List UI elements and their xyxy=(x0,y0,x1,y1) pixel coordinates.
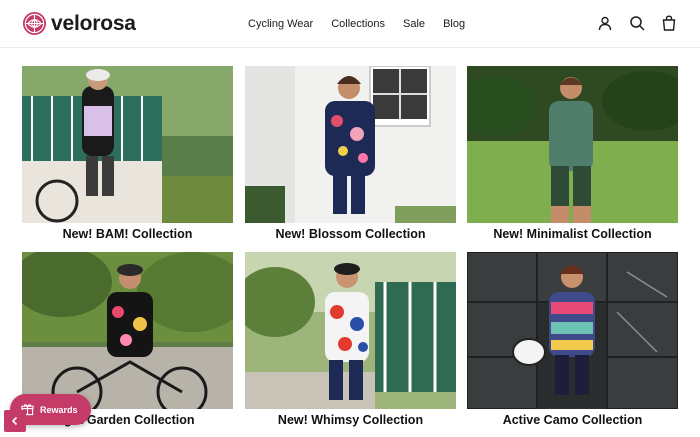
main-nav: Cycling Wear Collections Sale Blog xyxy=(248,16,483,32)
collection-title[interactable]: New! BAM! Collection xyxy=(22,226,233,242)
collection-image[interactable] xyxy=(245,252,456,409)
nav-item-collections[interactable]: Collections xyxy=(331,16,385,32)
collection-image[interactable] xyxy=(245,66,456,223)
collapse-button[interactable] xyxy=(4,410,26,432)
nav-item-blog[interactable]: Blog xyxy=(443,16,465,32)
collection-card-blossom[interactable]: New! Blossom Collection xyxy=(245,66,456,242)
collection-card-minimalist[interactable]: New! Minimalist Collection xyxy=(467,66,678,242)
chevron-left-icon xyxy=(11,416,18,426)
collection-title[interactable]: New! Minimalist Collection xyxy=(467,226,678,242)
collection-image[interactable] xyxy=(22,66,233,223)
collection-image[interactable] xyxy=(467,252,678,409)
collection-title[interactable]: New! Blossom Collection xyxy=(245,226,456,242)
brand-logo[interactable]: velorosa xyxy=(22,11,136,36)
collection-card-bam[interactable]: New! BAM! Collection xyxy=(22,66,233,242)
collection-card-active-camo[interactable]: Active Camo Collection xyxy=(467,252,678,428)
collection-card-whimsy[interactable]: New! Whimsy Collection xyxy=(245,252,456,428)
collection-image[interactable] xyxy=(22,252,233,409)
collection-image[interactable] xyxy=(467,66,678,223)
rewards-label: Rewards xyxy=(40,404,78,415)
nav-item-sale[interactable]: Sale xyxy=(403,16,425,32)
logo-mark-icon xyxy=(22,11,47,36)
nav-item-cycling-wear[interactable]: Cycling Wear xyxy=(248,16,313,32)
collection-title[interactable]: New! Whimsy Collection xyxy=(245,412,456,428)
site-header: velorosa Cycling Wear Collections Sale B… xyxy=(0,0,700,48)
search-icon[interactable] xyxy=(628,14,646,32)
cart-icon[interactable] xyxy=(660,14,678,32)
header-icons xyxy=(596,14,678,32)
collection-title[interactable]: Active Camo Collection xyxy=(467,412,678,428)
account-icon[interactable] xyxy=(596,14,614,32)
brand-name: velorosa xyxy=(51,12,136,35)
